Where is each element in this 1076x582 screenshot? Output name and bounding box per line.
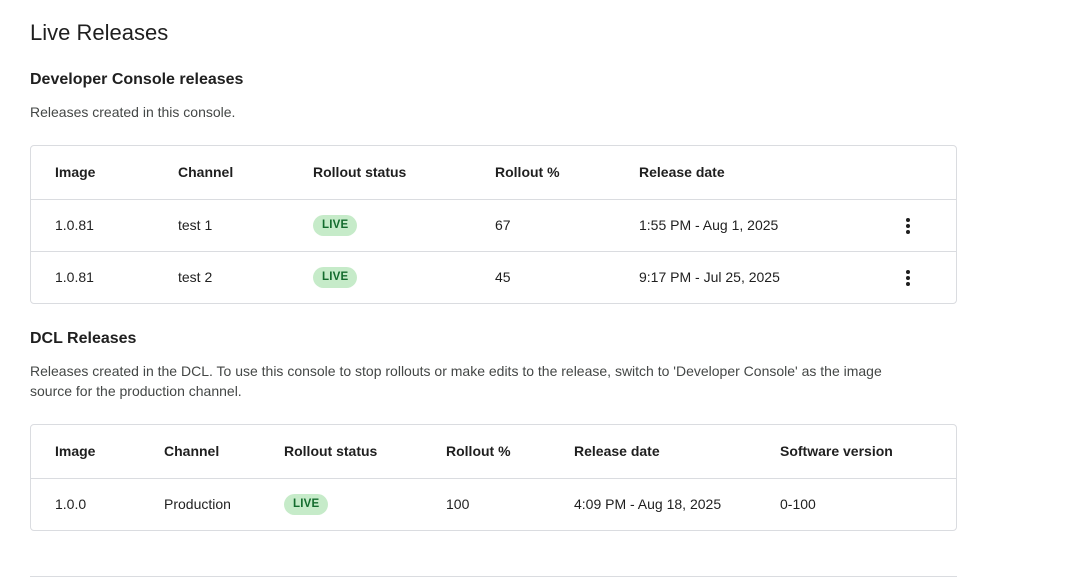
cell-release-date: 1:55 PM - Aug 1, 2025 bbox=[615, 199, 857, 251]
page-title: Live Releases bbox=[30, 18, 1046, 48]
cell-rollout-percent: 45 bbox=[471, 251, 615, 303]
kebab-menu-icon bbox=[906, 270, 910, 286]
table-row: 1.0.81 test 1 LIVE 67 1:55 PM - Aug 1, 2… bbox=[31, 199, 957, 251]
status-badge: LIVE bbox=[313, 215, 357, 236]
column-header-rollout-status: Rollout status bbox=[260, 425, 422, 478]
section-developer-console-releases: Developer Console releases Releases crea… bbox=[30, 70, 1046, 304]
column-header-image: Image bbox=[31, 146, 154, 199]
developer-console-table: Image Channel Rollout status Rollout % R… bbox=[30, 145, 957, 304]
cell-channel: Production bbox=[140, 478, 260, 530]
cell-image: 1.0.81 bbox=[31, 199, 154, 251]
table-header-row: Image Channel Rollout status Rollout % R… bbox=[31, 146, 957, 199]
status-badge: LIVE bbox=[284, 494, 328, 515]
column-header-software-version: Software version bbox=[756, 425, 957, 478]
table-row: 1.0.0 Production LIVE 100 4:09 PM - Aug … bbox=[31, 478, 957, 530]
cell-rollout-status: LIVE bbox=[260, 478, 422, 530]
cell-release-date: 9:17 PM - Jul 25, 2025 bbox=[615, 251, 857, 303]
dcl-heading: DCL Releases bbox=[30, 329, 1046, 349]
column-header-channel: Channel bbox=[140, 425, 260, 478]
cell-channel: test 1 bbox=[154, 199, 289, 251]
table-row: 1.0.81 test 2 LIVE 45 9:17 PM - Jul 25, … bbox=[31, 251, 957, 303]
cell-rollout-status: LIVE bbox=[289, 251, 471, 303]
live-releases-page: Live Releases Developer Console releases… bbox=[0, 0, 1076, 577]
developer-console-description: Releases created in this console. bbox=[30, 102, 920, 122]
column-header-rollout-percent: Rollout % bbox=[471, 146, 615, 199]
column-header-actions bbox=[857, 146, 957, 199]
cell-actions bbox=[857, 199, 957, 251]
developer-console-heading: Developer Console releases bbox=[30, 70, 1046, 90]
footer-divider bbox=[30, 576, 957, 577]
column-header-rollout-percent: Rollout % bbox=[422, 425, 550, 478]
cell-release-date: 4:09 PM - Aug 18, 2025 bbox=[550, 478, 756, 530]
table-header-row: Image Channel Rollout status Rollout % R… bbox=[31, 425, 957, 478]
column-header-release-date: Release date bbox=[615, 146, 857, 199]
cell-rollout-percent: 100 bbox=[422, 478, 550, 530]
cell-actions bbox=[857, 251, 957, 303]
column-header-release-date: Release date bbox=[550, 425, 756, 478]
column-header-rollout-status: Rollout status bbox=[289, 146, 471, 199]
row-actions-button[interactable] bbox=[892, 262, 924, 294]
dcl-description: Releases created in the DCL. To use this… bbox=[30, 361, 920, 401]
status-badge: LIVE bbox=[313, 267, 357, 288]
cell-rollout-percent: 67 bbox=[471, 199, 615, 251]
section-dcl-releases: DCL Releases Releases created in the DCL… bbox=[30, 329, 1046, 531]
column-header-channel: Channel bbox=[154, 146, 289, 199]
cell-channel: test 2 bbox=[154, 251, 289, 303]
cell-rollout-status: LIVE bbox=[289, 199, 471, 251]
dcl-table: Image Channel Rollout status Rollout % R… bbox=[30, 424, 957, 531]
cell-image: 1.0.0 bbox=[31, 478, 140, 530]
kebab-menu-icon bbox=[906, 218, 910, 234]
column-header-image: Image bbox=[31, 425, 140, 478]
row-actions-button[interactable] bbox=[892, 210, 924, 242]
cell-image: 1.0.81 bbox=[31, 251, 154, 303]
cell-software-version: 0-100 bbox=[756, 478, 957, 530]
